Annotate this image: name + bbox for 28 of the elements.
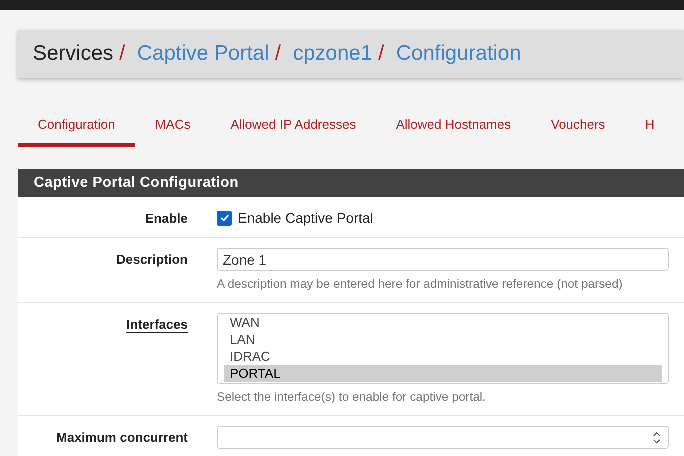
list-option[interactable]: WAN: [224, 314, 662, 331]
list-option[interactable]: IDRAC: [224, 348, 662, 365]
field-label: Interfaces: [126, 316, 188, 334]
breadcrumb-text: Services: [33, 42, 114, 66]
help-text: Select the interface(s) to enable for captive portal.: [217, 390, 487, 404]
list-box[interactable]: WAN LAN IDRAC PORTAL: [217, 313, 669, 384]
tab[interactable]: Vouchers: [531, 102, 626, 147]
input-field[interactable]: Zone 1: [217, 248, 669, 271]
number-field[interactable]: [217, 426, 669, 449]
list-option[interactable]: PORTAL: [224, 365, 662, 382]
tab[interactable]: Configuration: [18, 102, 136, 147]
tab[interactable]: Allowed IP Addresses: [210, 102, 376, 147]
panel-title: Captive Portal Configuration: [18, 169, 684, 197]
checkmark-icon: [220, 213, 230, 223]
checkbox-label: Enable Captive Portal: [238, 210, 374, 226]
list-option[interactable]: LAN: [224, 331, 662, 348]
field-label: Enable: [145, 210, 188, 226]
field-label: Maximum concurrent: [56, 429, 188, 447]
breadcrumb-separator: /: [120, 42, 126, 66]
help-text: A description may be entered here for administrative reference (not parsed): [217, 277, 624, 291]
tab[interactable]: Allowed Hostnames: [376, 102, 532, 147]
spinner-icon[interactable]: [651, 430, 663, 446]
tab[interactable]: H: [625, 102, 675, 147]
field-label: Description: [116, 251, 188, 269]
checkbox[interactable]: [217, 210, 232, 226]
breadcrumb-separator: /: [378, 42, 384, 66]
tab[interactable]: MACs: [135, 102, 211, 147]
breadcrumb-separator: /: [275, 42, 282, 66]
